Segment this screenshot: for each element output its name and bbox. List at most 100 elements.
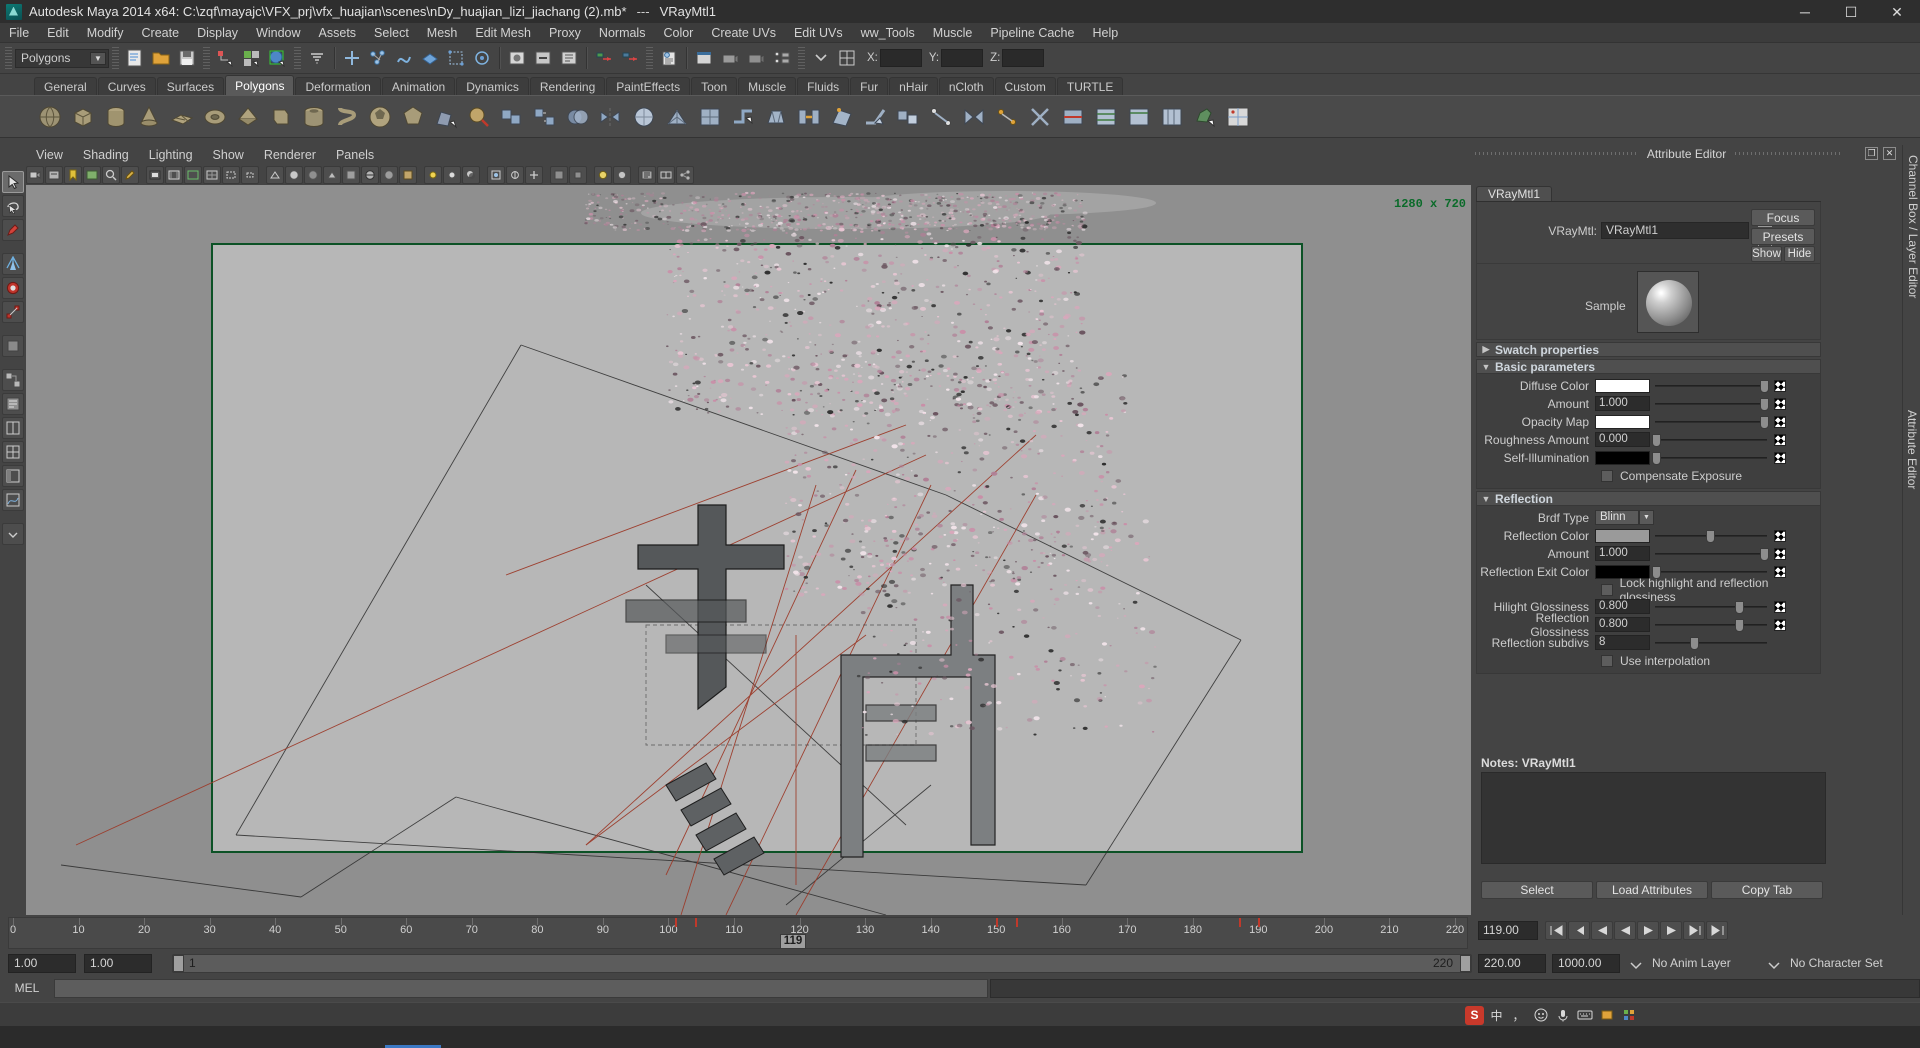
time-slider[interactable]: 119 0 10 20 30 40 50 60 70 80 90 100 110 120 130 140 15… xyxy=(8,917,1468,949)
toolbar-grip[interactable] xyxy=(5,47,12,69)
rotate-tool-icon[interactable] xyxy=(2,277,24,299)
input-hilight-glossiness[interactable]: 0.800 xyxy=(1595,599,1650,614)
poly-bridge-icon[interactable] xyxy=(793,101,824,132)
hypergraph-hierarchy-icon[interactable] xyxy=(2,369,24,391)
map-button-self-illumination[interactable] xyxy=(1774,451,1786,464)
smooth-shade-selected-icon[interactable] xyxy=(304,166,322,184)
ae-button-load-attributes[interactable]: Load Attributes xyxy=(1596,881,1708,899)
viewport-menu-lighting[interactable]: Lighting xyxy=(139,145,203,165)
slider-reflection-exit-color[interactable] xyxy=(1652,565,1767,579)
menu-item-mesh[interactable]: Mesh xyxy=(418,23,467,43)
playblast-icon[interactable] xyxy=(718,46,742,70)
color-swatch-diffuse-color[interactable] xyxy=(1595,378,1650,393)
menu-item-display[interactable]: Display xyxy=(188,23,247,43)
shelf-tab-fur[interactable]: Fur xyxy=(850,77,889,95)
snap-view-plane-icon[interactable] xyxy=(418,46,442,70)
panel-zoom-out-icon[interactable] xyxy=(569,166,587,184)
poly-booleans-icon[interactable] xyxy=(562,101,593,132)
poly-prism-icon[interactable] xyxy=(265,101,296,132)
share-viewport-icon[interactable] xyxy=(676,166,694,184)
gamma-icon[interactable] xyxy=(613,166,631,184)
viewport-menu-show[interactable]: Show xyxy=(203,145,254,165)
ime-tools-icon[interactable] xyxy=(1597,1006,1616,1025)
lasso-select-tool-icon[interactable] xyxy=(2,195,24,217)
menu-item-select[interactable]: Select xyxy=(365,23,418,43)
slider-self-illumination[interactable] xyxy=(1652,451,1767,465)
flat-shade-icon[interactable] xyxy=(323,166,341,184)
use-all-lights-icon[interactable] xyxy=(443,166,461,184)
slider-knob[interactable] xyxy=(1652,433,1662,447)
isolate-select-icon[interactable] xyxy=(487,166,505,184)
shelf-tab-ncloth[interactable]: nCloth xyxy=(938,77,994,95)
show-hide-editor-icon[interactable] xyxy=(692,46,716,70)
ime-mic-icon[interactable] xyxy=(1553,1006,1572,1025)
poly-merge-icon[interactable] xyxy=(991,101,1022,132)
toolbar-grip[interactable] xyxy=(203,47,210,69)
menu-item-create-uvs[interactable]: Create UVs xyxy=(702,23,785,43)
grease-pencil-icon[interactable] xyxy=(121,166,139,184)
outliner-icon[interactable] xyxy=(2,393,24,415)
ime-emoji-icon[interactable] xyxy=(1531,1006,1550,1025)
open-scene-icon[interactable] xyxy=(149,46,173,70)
toolbar-grip[interactable] xyxy=(294,47,301,69)
material-sample-swatch[interactable] xyxy=(1637,271,1699,333)
ime-logo-icon[interactable]: S xyxy=(1465,1005,1484,1025)
go-to-start-icon[interactable] xyxy=(1545,921,1567,940)
ime-keyboard-icon[interactable] xyxy=(1575,1006,1594,1025)
poly-soccer-ball-icon[interactable] xyxy=(364,101,395,132)
input-amount[interactable]: 1.000 xyxy=(1595,546,1650,561)
sidebar-collapse-icon[interactable] xyxy=(809,46,833,70)
map-button-diffuse-color[interactable] xyxy=(1774,379,1786,392)
anim-layer-dropdown[interactable]: No Anim Layer xyxy=(1652,956,1731,970)
step-back-frame-icon[interactable] xyxy=(1591,921,1613,940)
field-chart-icon[interactable] xyxy=(203,166,221,184)
viewport-menu-panels[interactable]: Panels xyxy=(326,145,384,165)
hud-toggle-icon[interactable] xyxy=(657,166,675,184)
notes-textarea[interactable] xyxy=(1481,772,1826,864)
select-by-hierarchy-icon[interactable] xyxy=(214,46,238,70)
axis-z-input[interactable] xyxy=(1002,49,1045,67)
scale-tool-icon[interactable] xyxy=(2,301,24,323)
poly-create-tool-icon[interactable] xyxy=(430,101,461,132)
poly-cube-icon[interactable] xyxy=(67,101,98,132)
focus-button[interactable]: Focus xyxy=(1751,209,1815,226)
shelf-tab-painteffects[interactable]: PaintEffects xyxy=(606,77,691,95)
map-button-hilight-glossiness[interactable] xyxy=(1774,600,1786,613)
character-set-chevron-icon[interactable] xyxy=(1768,958,1780,973)
menu-item-edit-uvs[interactable]: Edit UVs xyxy=(785,23,852,43)
resolution-gate-icon[interactable] xyxy=(184,166,202,184)
chevron-down-icon[interactable]: ▼ xyxy=(1639,510,1654,525)
menu-item-help[interactable]: Help xyxy=(1083,23,1127,43)
poly-bevel-icon[interactable] xyxy=(760,101,791,132)
menu-item-pipeline-cache[interactable]: Pipeline Cache xyxy=(981,23,1083,43)
panel-close-button[interactable]: ✕ xyxy=(1883,147,1896,160)
smooth-shade-all-icon[interactable] xyxy=(285,166,303,184)
menu-item-ww-tools[interactable]: ww_Tools xyxy=(852,23,924,43)
viewport-settings-icon[interactable] xyxy=(638,166,656,184)
shelf-tab-nhair[interactable]: nHair xyxy=(889,77,938,95)
menu-item-assets[interactable]: Assets xyxy=(310,23,366,43)
slider-knob[interactable] xyxy=(1759,397,1769,411)
poly-separate-icon[interactable] xyxy=(529,101,560,132)
select-camera-icon[interactable] xyxy=(26,166,44,184)
exposure-icon[interactable] xyxy=(594,166,612,184)
playback-end-input[interactable]: 220.00 xyxy=(1478,954,1546,973)
menu-item-edit-mesh[interactable]: Edit Mesh xyxy=(466,23,540,43)
poly-offset-edge-loop-icon[interactable] xyxy=(1123,101,1154,132)
map-button-reflection-color[interactable] xyxy=(1774,529,1786,542)
command-line-input[interactable] xyxy=(54,978,988,998)
poly-mirror-icon[interactable] xyxy=(595,101,626,132)
shelf-tab-toon[interactable]: Toon xyxy=(691,77,738,95)
menu-item-window[interactable]: Window xyxy=(247,23,309,43)
map-button-amount[interactable] xyxy=(1774,547,1786,560)
shelf-tab-custom[interactable]: Custom xyxy=(994,77,1056,95)
menu-item-normals[interactable]: Normals xyxy=(590,23,655,43)
section-header-basic-parameters[interactable]: ▼ Basic parameters xyxy=(1476,359,1821,374)
ipr-render-icon[interactable] xyxy=(531,46,555,70)
go-to-end-icon[interactable] xyxy=(1706,921,1728,940)
step-forward-keyframe-icon[interactable] xyxy=(1683,921,1705,940)
checkbox-lock-highlight-and-reflection-glossiness[interactable] xyxy=(1601,583,1613,596)
checkbox-compensate-exposure[interactable] xyxy=(1601,469,1613,482)
presets-button[interactable]: Presets xyxy=(1751,228,1815,245)
xray-icon[interactable] xyxy=(380,166,398,184)
